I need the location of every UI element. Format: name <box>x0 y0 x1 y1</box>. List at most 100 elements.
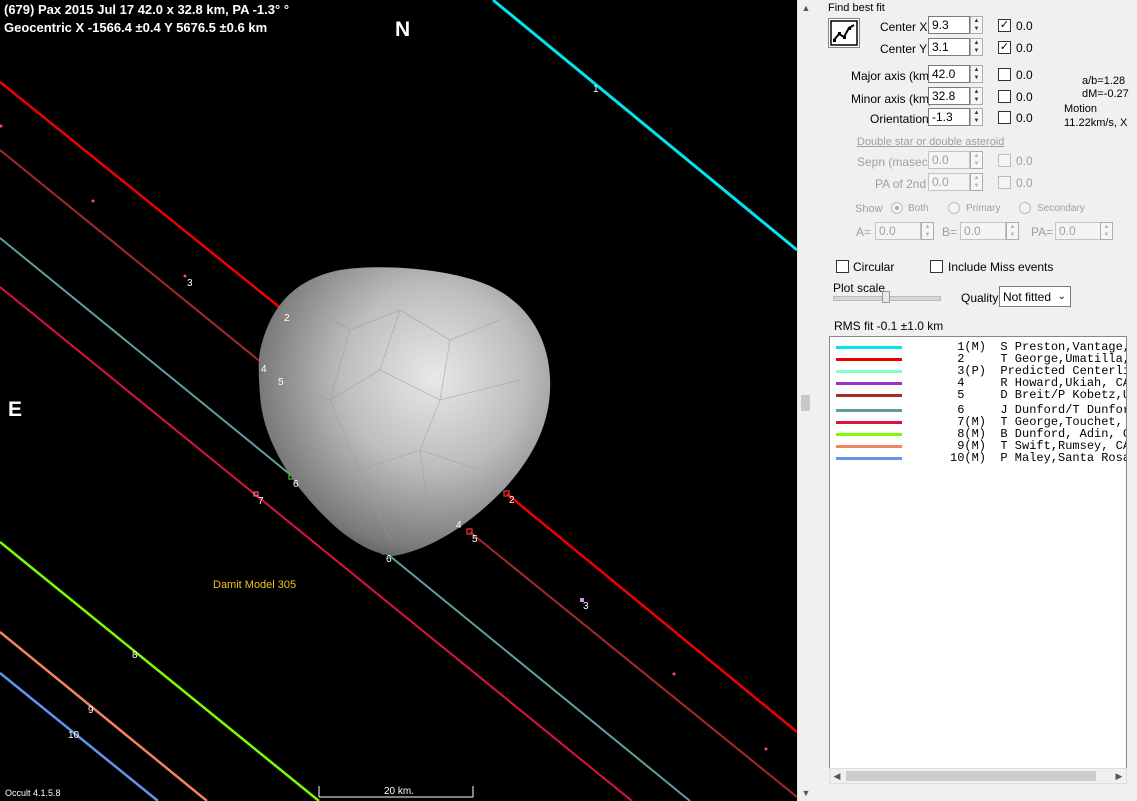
observer-legend-list[interactable]: 1(M) S Preston,Vantage, W 2 T George,Uma… <box>829 336 1127 784</box>
chord-color-swatch <box>836 433 902 436</box>
chord-color-swatch <box>836 358 902 361</box>
version-label: Occult 4.1.5.8 <box>5 788 61 798</box>
chord-label: 3 <box>187 278 193 289</box>
motion-label: Motion <box>1064 103 1098 115</box>
pa-of-2nd-checkbox[interactable] <box>998 176 1011 189</box>
plot-scale-label: Plot scale <box>833 281 886 295</box>
sepn-field[interactable]: 0.0 <box>928 151 970 169</box>
asteroid-shape <box>258 267 551 556</box>
chord-5-left <box>0 149 279 377</box>
chord-label: 2 <box>509 495 515 506</box>
center-y-step: 0.0 <box>1016 41 1033 55</box>
include-miss-checkbox[interactable] <box>930 260 943 273</box>
occultation-plot[interactable]: (679) Pax 2015 Jul 17 42.0 x 32.8 km, PA… <box>0 0 797 801</box>
list-item-text: 5 D Breit/P Kobetz,Uki <box>950 388 1127 402</box>
quality-value: Not fitted <box>1003 290 1052 304</box>
sepn-stepper[interactable]: ▲ ▼ <box>970 151 983 169</box>
chord-color-swatch <box>836 409 902 412</box>
b-stepper[interactable]: ▲ ▼ <box>1006 222 1019 240</box>
include-miss-label: Include Miss events <box>948 260 1054 274</box>
chord-label: 5 <box>472 534 478 545</box>
center-x-stepper[interactable]: ▲ ▼ <box>970 16 983 34</box>
scroll-down-icon[interactable]: ▼ <box>798 785 814 801</box>
delta-magnitude: dM=-0.27 <box>1082 88 1129 100</box>
circular-checkbox[interactable] <box>836 260 849 273</box>
pa-of-2nd-step: 0.0 <box>1016 176 1033 190</box>
chord-6-left <box>0 237 293 477</box>
chord-label: 4 <box>261 364 267 375</box>
geocentric-readout: Geocentric X -1566.4 ±0.4 Y 5676.5 ±0.6 … <box>4 20 268 35</box>
major-axis-field[interactable]: 42.0 <box>928 65 970 83</box>
center-y-label: Center Y <box>880 42 928 56</box>
sepn-label: Sepn (masec) <box>857 155 932 169</box>
chord-5-right <box>469 531 797 798</box>
show-secondary-label: Secondary <box>1037 203 1085 214</box>
minor-axis-checkbox[interactable] <box>998 90 1011 103</box>
b-field[interactable]: 0.0 <box>960 222 1006 240</box>
circular-label: Circular <box>853 260 895 274</box>
chord-color-swatch <box>836 370 902 373</box>
quality-select[interactable]: Not fitted ⌄ <box>999 286 1071 307</box>
chord-label: 6 <box>293 479 299 490</box>
major-axis-checkbox[interactable] <box>998 68 1011 81</box>
pa-label: PA= <box>1031 225 1054 239</box>
legend-horizontal-scrollbar[interactable]: ◀ ▶ <box>829 768 1127 784</box>
chord-color-swatch <box>836 445 902 448</box>
a-field[interactable]: 0.0 <box>875 222 921 240</box>
show-both-radio[interactable] <box>891 202 903 214</box>
chevron-down-icon: ⌄ <box>1057 291 1066 302</box>
pa-of-2nd-field[interactable]: 0.0 <box>928 173 970 191</box>
scroll-thumb[interactable] <box>846 771 1096 781</box>
center-x-checkbox[interactable]: ✓ <box>998 19 1011 32</box>
center-x-field[interactable]: 9.3 <box>928 16 970 34</box>
legend-vertical-scrollbar[interactable] <box>1127 336 1137 784</box>
orientation-step: 0.0 <box>1016 111 1033 125</box>
list-item[interactable]: 5 D Breit/P Kobetz,Uki <box>830 389 1126 401</box>
chord-label: 2 <box>284 313 290 324</box>
center-y-stepper[interactable]: ▲ ▼ <box>970 38 983 56</box>
show-primary-label: Primary <box>966 203 1001 214</box>
fit-chart-icon[interactable] <box>828 18 860 48</box>
pa-field[interactable]: 0.0 <box>1055 222 1101 240</box>
major-axis-label: Major axis (km) <box>851 69 934 83</box>
plot-canvas <box>0 0 797 801</box>
major-axis-stepper[interactable]: ▲ ▼ <box>970 65 983 83</box>
list-item[interactable]: 10(M) P Maley,Santa Rosa, <box>830 452 1126 464</box>
pa-of-2nd-stepper[interactable]: ▲ ▼ <box>970 173 983 191</box>
chord-9 <box>0 631 208 801</box>
chord-label: 10 <box>68 730 80 741</box>
chord-label: 4 <box>456 520 462 531</box>
chord-label: 6 <box>386 554 392 565</box>
sepn-checkbox[interactable] <box>998 154 1011 167</box>
orientation-checkbox[interactable] <box>998 111 1011 124</box>
north-label: N <box>395 18 411 41</box>
center-y-checkbox[interactable]: ✓ <box>998 41 1011 54</box>
double-star-link[interactable]: Double star or double asteroid <box>857 136 1004 148</box>
minor-axis-field[interactable]: 32.8 <box>928 87 970 105</box>
scroll-left-icon[interactable]: ◀ <box>830 769 844 783</box>
minor-axis-label: Minor axis (km) <box>851 92 934 106</box>
scroll-right-icon[interactable]: ▶ <box>1112 769 1126 783</box>
show-primary-radio[interactable] <box>948 202 960 214</box>
orientation-field[interactable]: -1.3 <box>928 108 970 126</box>
chord-color-swatch <box>836 394 902 397</box>
pa-stepper[interactable]: ▲ ▼ <box>1100 222 1113 240</box>
show-both-label: Both <box>908 203 929 214</box>
chord-label: 7 <box>258 496 264 507</box>
quality-label: Quality <box>961 291 999 305</box>
chord-2-left <box>0 81 284 311</box>
plot-vertical-scrollbar[interactable]: ▲ ▼ <box>797 0 814 801</box>
a-stepper[interactable]: ▲ ▼ <box>921 222 934 240</box>
chord-1 <box>492 0 797 252</box>
plot-scale-slider-thumb[interactable] <box>882 291 890 303</box>
chord-color-swatch <box>836 457 902 460</box>
event-title: (679) Pax 2015 Jul 17 42.0 x 32.8 km, PA… <box>4 2 290 17</box>
scroll-up-icon[interactable]: ▲ <box>798 0 814 16</box>
show-secondary-radio[interactable] <box>1019 202 1031 214</box>
orientation-stepper[interactable]: ▲ ▼ <box>970 108 983 126</box>
scroll-thumb[interactable] <box>801 395 810 411</box>
model-label: Damit Model 305 <box>213 579 297 591</box>
minor-axis-stepper[interactable]: ▲ ▼ <box>970 87 983 105</box>
chord-label: 5 <box>278 377 284 388</box>
center-y-field[interactable]: 3.1 <box>928 38 970 56</box>
